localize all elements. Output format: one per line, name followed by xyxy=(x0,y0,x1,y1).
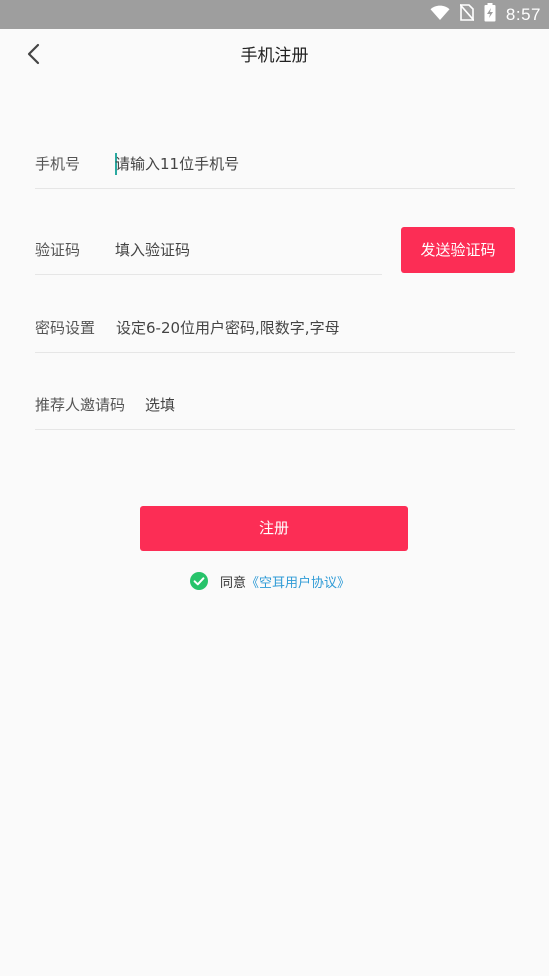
page-title: 手机注册 xyxy=(240,46,309,66)
code-label: 验证码 xyxy=(35,241,81,259)
phone-label: 手机号 xyxy=(35,155,81,173)
password-row: 密码设置 xyxy=(35,304,515,353)
status-time: 8:57 xyxy=(505,4,541,24)
referral-input[interactable] xyxy=(145,391,505,419)
agree-prefix: 同意 xyxy=(220,575,247,591)
register-button[interactable]: 注册 xyxy=(140,506,408,551)
no-sim-icon xyxy=(459,3,475,25)
code-input[interactable] xyxy=(115,236,375,264)
status-icons: 8:57 xyxy=(430,0,541,29)
code-row: 验证码 xyxy=(35,226,382,275)
phone-input[interactable] xyxy=(115,150,505,178)
phone-row: 手机号 xyxy=(35,140,515,189)
check-circle-icon[interactable] xyxy=(190,572,208,590)
referral-row: 推荐人邀请码 xyxy=(35,381,515,430)
wifi-icon xyxy=(430,5,450,25)
send-code-button[interactable]: 发送验证码 xyxy=(401,227,515,273)
referral-label: 推荐人邀请码 xyxy=(35,396,126,414)
password-label: 密码设置 xyxy=(35,319,96,337)
user-agreement-link[interactable]: 《空耳用户协议》 xyxy=(246,572,350,591)
password-input[interactable] xyxy=(116,314,506,342)
header: 手机注册 xyxy=(0,29,549,83)
battery-charging-icon xyxy=(484,3,496,26)
agreement: 同意 《空耳用户协议》 xyxy=(190,571,350,591)
status-bar: 8:57 xyxy=(0,0,549,29)
